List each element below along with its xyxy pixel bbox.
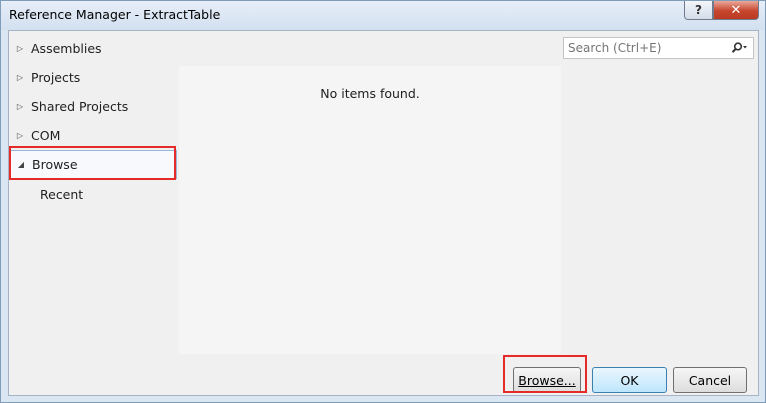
close-icon: ✕ [730,2,742,18]
reference-manager-window: Reference Manager - ExtractTable ? ✕ ▷ A… [0,0,766,403]
ok-button[interactable]: OK [592,367,667,393]
tree-item-com[interactable]: ▷ COM [9,121,177,150]
search-icon[interactable] [725,38,753,58]
tree-item-label: Shared Projects [31,99,129,114]
cancel-button-label: Cancel [688,372,732,388]
dialog-client-area: ▷ Assemblies ▷ Projects ▷ Shared Project… [8,30,759,396]
empty-message: No items found. [320,86,420,101]
search-box[interactable] [563,37,754,59]
expand-arrow-icon[interactable]: ▷ [9,44,31,53]
tree-item-recent[interactable]: Recent [40,187,83,207]
tree-item-label: Assemblies [31,41,102,56]
collapse-arrow-icon[interactable]: ◢ [10,160,32,169]
tree-item-shared-projects[interactable]: ▷ Shared Projects [9,92,177,121]
cancel-button[interactable]: Cancel [673,367,747,393]
search-input[interactable] [564,41,725,55]
category-tree: ▷ Assemblies ▷ Projects ▷ Shared Project… [9,31,179,353]
help-button[interactable]: ? [684,1,713,20]
expand-arrow-icon[interactable]: ▷ [9,102,31,111]
ok-button-label: OK [620,372,639,388]
browse-button[interactable]: Browse... [513,367,581,393]
expand-arrow-icon[interactable]: ▷ [9,131,31,140]
tree-item-label: Browse [32,157,78,172]
expand-arrow-icon[interactable]: ▷ [9,73,31,82]
results-list: No items found. [179,66,561,354]
tree-item-assemblies[interactable]: ▷ Assemblies [9,34,177,63]
tree-item-label: Projects [31,70,81,85]
close-button[interactable]: ✕ [713,1,759,20]
tree-item-browse[interactable]: ◢ Browse [9,150,177,179]
tree-item-label: COM [31,128,61,143]
browse-button-label: Browse... [518,372,576,388]
window-title: Reference Manager - ExtractTable [9,7,221,22]
tree-item-projects[interactable]: ▷ Projects [9,63,177,92]
help-icon: ? [695,3,702,17]
title-bar[interactable]: Reference Manager - ExtractTable ? ✕ [1,1,765,30]
details-panel [561,31,758,353]
